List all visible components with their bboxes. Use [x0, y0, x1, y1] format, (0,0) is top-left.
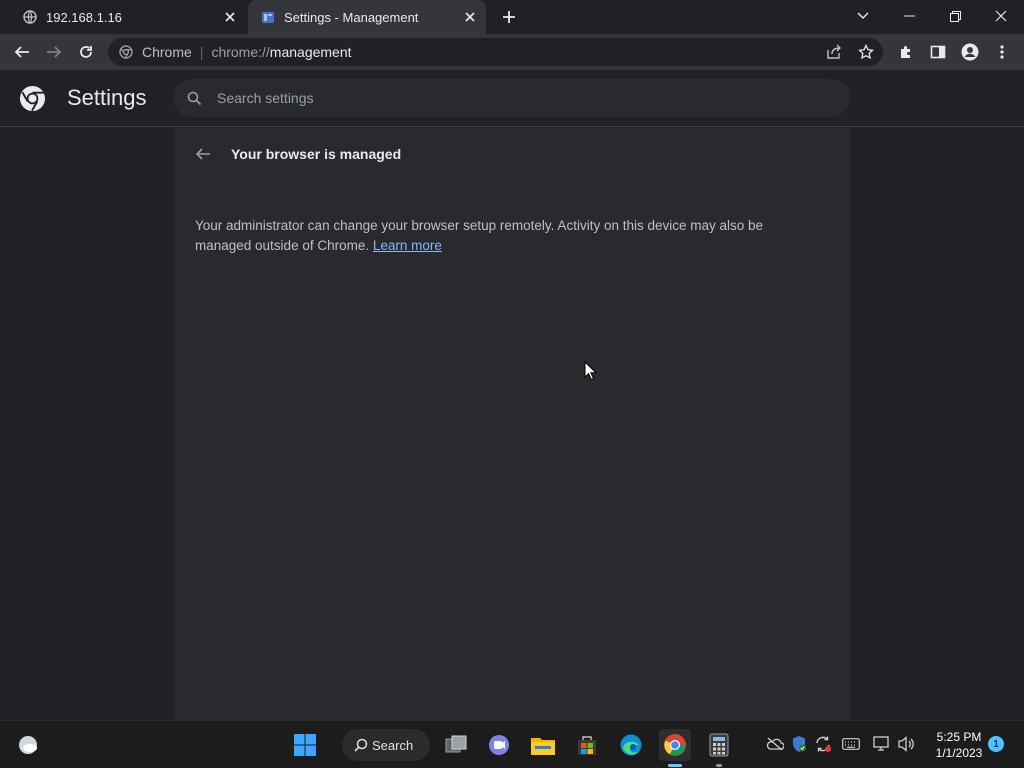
share-icon[interactable]: [821, 42, 847, 62]
settings-search[interactable]: [173, 79, 850, 117]
management-card: Your browser is managed Your administrat…: [175, 128, 850, 720]
reload-button[interactable]: [72, 38, 100, 66]
origin-chip: Chrome: [142, 44, 192, 60]
chrome-taskbar-icon[interactable]: [659, 729, 691, 767]
chrome-logo-icon: [19, 85, 46, 112]
file-explorer-icon[interactable]: [527, 729, 559, 761]
calculator-icon[interactable]: [703, 729, 735, 767]
management-description: Your administrator can change your brows…: [195, 216, 820, 256]
start-button[interactable]: [289, 729, 321, 761]
search-icon: [185, 89, 203, 107]
side-panel-icon[interactable]: [924, 38, 952, 66]
settings-header: Settings: [0, 70, 1024, 127]
task-view-icon[interactable]: [440, 729, 472, 761]
bookmark-star-icon[interactable]: [853, 42, 879, 62]
windows-taskbar: Search 5:25 PM 1/1/2023: [0, 720, 1024, 768]
volume-icon[interactable]: [895, 733, 917, 755]
new-tab-button[interactable]: [498, 6, 520, 28]
address-bar[interactable]: Chrome | chrome:// management: [108, 38, 883, 66]
url-host: management: [269, 44, 352, 60]
system-clock[interactable]: 5:25 PM 1/1/2023: [930, 729, 988, 761]
chrome-site-icon: [118, 44, 134, 60]
tab-strip: 192.168.1.16 Settings - Management: [0, 0, 1024, 34]
close-tab-icon[interactable]: [462, 9, 478, 25]
weather-widget-icon[interactable]: [12, 729, 44, 761]
settings-page-icon: [260, 9, 276, 25]
tab-192-168-1-16[interactable]: 192.168.1.16: [8, 0, 246, 34]
back-button[interactable]: [8, 38, 36, 66]
touch-keyboard-icon[interactable]: [840, 733, 862, 755]
minimize-button[interactable]: [886, 0, 932, 32]
tab-title: Settings - Management: [284, 9, 419, 25]
management-heading: Your browser is managed: [231, 146, 402, 162]
kebab-menu-icon[interactable]: [988, 38, 1016, 66]
tab-settings-management[interactable]: Settings - Management: [248, 0, 486, 34]
close-window-button[interactable]: [978, 0, 1024, 32]
restore-button[interactable]: [932, 0, 978, 32]
clock-time: 5:25 PM: [936, 730, 982, 744]
arrow-left-icon: [195, 148, 210, 160]
url-scheme: chrome://: [211, 44, 270, 60]
page-title: Settings: [67, 85, 147, 110]
running-app-indicator: [716, 764, 722, 767]
extensions-puzzle-icon[interactable]: [892, 38, 920, 66]
tab-title: 192.168.1.16: [46, 9, 122, 25]
network-icon[interactable]: [871, 733, 893, 755]
clock-date: 1/1/2023: [935, 746, 983, 760]
taskbar-search-button[interactable]: Search: [342, 729, 430, 761]
mouse-cursor-icon: [584, 361, 598, 381]
close-tab-icon[interactable]: [222, 9, 238, 25]
search-input[interactable]: [217, 90, 817, 106]
teams-chat-icon[interactable]: [483, 729, 515, 761]
omnibox-divider: |: [199, 44, 204, 60]
globe-icon: [22, 9, 38, 25]
sync-error-icon[interactable]: [812, 733, 834, 755]
description-text: Your administrator can change your brows…: [195, 218, 764, 253]
taskbar-search-label: Search: [372, 737, 414, 753]
back-arrow-button[interactable]: [191, 142, 215, 166]
microsoft-store-icon[interactable]: [571, 729, 603, 761]
browser-toolbar: Chrome | chrome:// management: [0, 34, 1024, 70]
notification-badge[interactable]: 1: [988, 736, 1004, 752]
profile-avatar-icon[interactable]: [956, 38, 984, 66]
active-app-indicator: [668, 764, 682, 767]
learn-more-link[interactable]: Learn more: [373, 238, 442, 253]
search-icon: [354, 738, 368, 752]
security-shield-icon[interactable]: [788, 733, 810, 755]
forward-button[interactable]: [40, 38, 68, 66]
windows-logo-icon: [294, 734, 316, 756]
tab-search-chevron-icon[interactable]: [840, 0, 886, 32]
onedrive-offline-icon[interactable]: [764, 733, 786, 755]
edge-browser-icon[interactable]: [615, 729, 647, 761]
